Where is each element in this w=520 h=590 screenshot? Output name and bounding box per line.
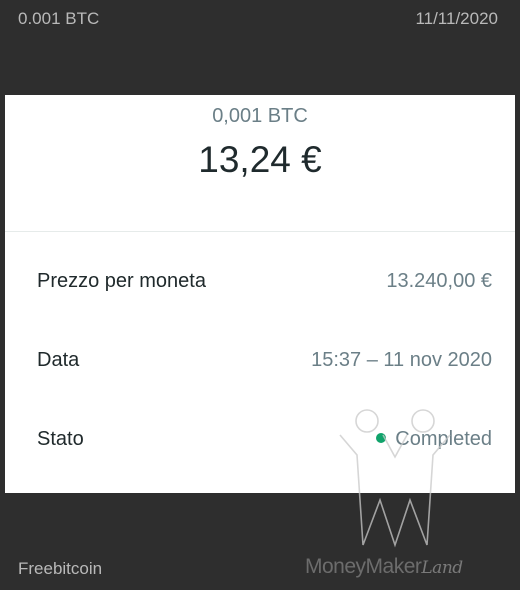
date-row: Data 15:37 – 11 nov 2020 bbox=[5, 341, 515, 381]
status-label: Stato bbox=[37, 428, 84, 450]
date-label: Data bbox=[37, 349, 80, 371]
price-per-coin-value: 13.240,00 € bbox=[386, 270, 492, 292]
top-bar: 0.001 BTC 11/11/2020 bbox=[0, 0, 520, 40]
transaction-amount-summary: 0.001 BTC bbox=[18, 9, 100, 28]
price-per-coin-label: Prezzo per moneta bbox=[37, 270, 206, 292]
fiat-amount: 13,24 € bbox=[198, 139, 322, 180]
brand-logo: MoneyMakerLand bbox=[305, 555, 463, 579]
amount-header: 0,001 BTC 13,24 € bbox=[5, 95, 515, 232]
brand-main: MoneyMaker bbox=[305, 555, 422, 578]
transaction-date-summary: 11/11/2020 bbox=[415, 9, 498, 28]
brand-script: Land bbox=[421, 558, 463, 578]
price-per-coin-row: Prezzo per moneta 13.240,00 € bbox=[5, 262, 515, 302]
footer-source-label: Freebitcoin bbox=[18, 559, 103, 578]
date-value: 15:37 – 11 nov 2020 bbox=[311, 349, 492, 371]
crypto-amount: 0,001 BTC bbox=[212, 105, 308, 127]
watermark-figures-icon bbox=[339, 409, 451, 548]
